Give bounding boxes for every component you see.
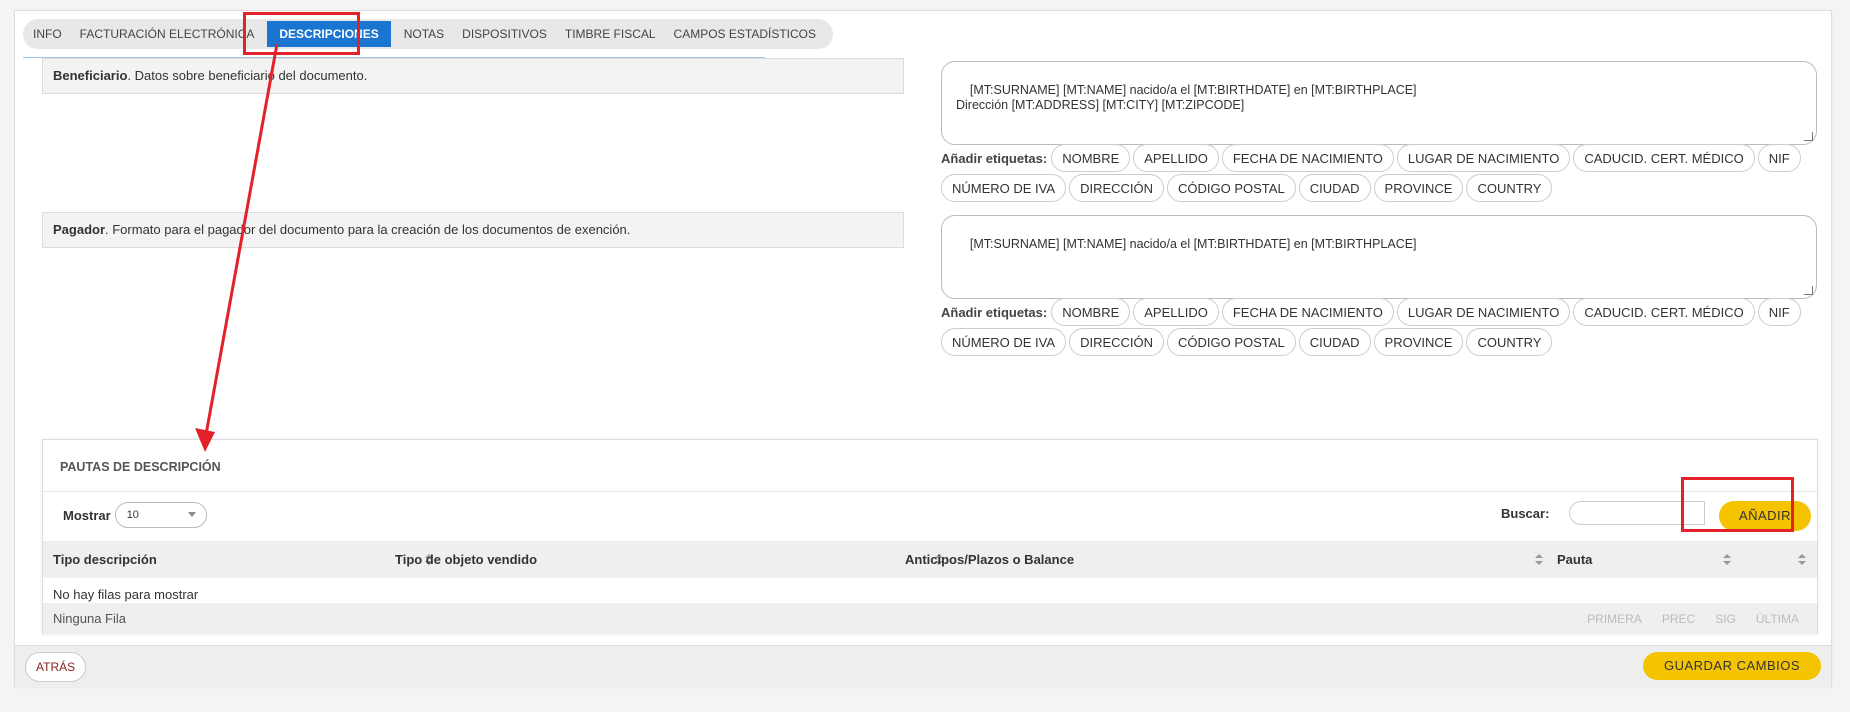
- tag-numero-iva[interactable]: NÚMERO DE IVA: [941, 328, 1067, 356]
- column-tipo-objeto[interactable]: Tipo de objeto vendido: [395, 541, 537, 578]
- table-header: Tipo descripción Tipo de objeto vendido …: [43, 541, 1817, 578]
- tab-campos-estadisticos[interactable]: CAMPOS ESTADÍSTICOS: [665, 19, 825, 49]
- panel-title: PAUTAS DE DESCRIPCIÓN: [60, 460, 221, 474]
- sort-icon[interactable]: [1723, 554, 1731, 566]
- beneficiario-desc: . Datos sobre beneficiario del documento…: [127, 68, 368, 83]
- tag-nombre[interactable]: NOMBRE: [1051, 298, 1131, 326]
- beneficiario-title: Beneficiario: [53, 68, 128, 83]
- pagination: PRIMERA PREC SIG ÚLTIMA: [1587, 612, 1799, 626]
- pager-next[interactable]: SIG: [1715, 612, 1736, 626]
- table-footer: Ninguna Fila PRIMERA PREC SIG ÚLTIMA: [43, 603, 1817, 634]
- tag-caducid-cert-medico[interactable]: CADUCID. CERT. MÉDICO: [1573, 298, 1755, 326]
- tag-fecha-nacimiento[interactable]: FECHA DE NACIMIENTO: [1221, 298, 1394, 326]
- column-anticipos[interactable]: Anticipos/Plazos o Balance: [905, 541, 1074, 578]
- beneficiario-template-text: [MT:SURNAME] [MT:NAME] nacido/a el [MT:B…: [956, 83, 1417, 112]
- resize-handle-icon[interactable]: [1804, 132, 1813, 141]
- pautas-panel: PAUTAS DE DESCRIPCIÓN Mostrar 10 Buscar:…: [42, 439, 1818, 634]
- highlight-box-tab: [243, 12, 360, 55]
- rows-info: Ninguna Fila: [53, 611, 126, 626]
- tag-numero-iva[interactable]: NÚMERO DE IVA: [941, 174, 1067, 202]
- tag-direccion[interactable]: DIRECCIÓN: [1069, 174, 1165, 202]
- column-tipo-descripcion[interactable]: Tipo descripción: [53, 541, 157, 578]
- page-size-control: Mostrar 10: [63, 502, 207, 528]
- tab-dispositivos[interactable]: DISPOSITIVOS: [453, 19, 556, 49]
- tab-facturacion-electronica[interactable]: FACTURACIÓN ELECTRÓNICA: [71, 19, 264, 49]
- empty-message: No hay filas para mostrar: [53, 587, 199, 602]
- tag-nif[interactable]: NIF: [1757, 298, 1801, 326]
- tag-apellido[interactable]: APELLIDO: [1133, 298, 1219, 326]
- footer-bar: ATRÁS GUARDAR CAMBIOS: [15, 645, 1831, 687]
- tag-codigo-postal[interactable]: CÓDIGO POSTAL: [1167, 328, 1296, 356]
- beneficiario-label: Beneficiario. Datos sobre beneficiario d…: [42, 58, 904, 94]
- divider: [43, 491, 1817, 492]
- tag-lugar-nacimiento[interactable]: LUGAR DE NACIMIENTO: [1396, 298, 1571, 326]
- back-button[interactable]: ATRÁS: [25, 652, 87, 682]
- tab-timbre-fiscal[interactable]: TIMBRE FISCAL: [556, 19, 665, 49]
- pagador-template-text: [MT:SURNAME] [MT:NAME] nacido/a el [MT:B…: [969, 237, 1417, 251]
- pager-first[interactable]: PRIMERA: [1587, 612, 1642, 626]
- tag-nif[interactable]: NIF: [1757, 144, 1801, 172]
- main-card: INFO FACTURACIÓN ELECTRÓNICA DESCRIPCION…: [14, 10, 1832, 687]
- highlight-box-add: [1681, 477, 1794, 532]
- page-size-select[interactable]: 10: [114, 502, 207, 528]
- pagador-label: Pagador. Formato para el pagador del doc…: [42, 212, 904, 248]
- column-pauta[interactable]: Pauta: [1557, 541, 1592, 578]
- tag-province[interactable]: PROVINCE: [1373, 328, 1464, 356]
- resize-handle-icon[interactable]: [1804, 286, 1813, 295]
- sort-icon[interactable]: [1798, 554, 1806, 566]
- tag-province[interactable]: PROVINCE: [1373, 174, 1464, 202]
- show-label: Mostrar: [63, 507, 111, 523]
- chevron-down-icon: [187, 512, 196, 517]
- tag-apellido[interactable]: APELLIDO: [1133, 144, 1219, 172]
- pagador-template-input[interactable]: [MT:SURNAME] [MT:NAME] nacido/a el [MT:B…: [941, 215, 1817, 299]
- tab-notas[interactable]: NOTAS: [395, 19, 453, 49]
- tag-country[interactable]: COUNTRY: [1466, 328, 1553, 356]
- tab-bar: INFO FACTURACIÓN ELECTRÓNICA DESCRIPCION…: [23, 19, 834, 49]
- tag-lugar-nacimiento[interactable]: LUGAR DE NACIMIENTO: [1396, 144, 1571, 172]
- pagador-tags: Añadir etiquetas: NOMBRE APELLIDO FECHA …: [941, 297, 1821, 357]
- pager-last[interactable]: ÚLTIMA: [1756, 612, 1799, 626]
- tag-direccion[interactable]: DIRECCIÓN: [1069, 328, 1165, 356]
- tags-label: Añadir etiquetas:: [941, 150, 1048, 166]
- sort-icon[interactable]: [1535, 554, 1543, 566]
- pager-prev[interactable]: PREC: [1662, 612, 1695, 626]
- tag-codigo-postal[interactable]: CÓDIGO POSTAL: [1167, 174, 1296, 202]
- tag-caducid-cert-medico[interactable]: CADUCID. CERT. MÉDICO: [1573, 144, 1755, 172]
- tab-info[interactable]: INFO: [23, 19, 71, 49]
- tag-nombre[interactable]: NOMBRE: [1051, 144, 1131, 172]
- pagador-desc: . Formato para el pagador del documento …: [105, 222, 631, 237]
- search-label: Buscar:: [1501, 506, 1550, 521]
- save-button[interactable]: GUARDAR CAMBIOS: [1643, 652, 1821, 680]
- tag-fecha-nacimiento[interactable]: FECHA DE NACIMIENTO: [1221, 144, 1394, 172]
- page-size-value: 10: [126, 509, 139, 521]
- tag-country[interactable]: COUNTRY: [1466, 174, 1553, 202]
- pagador-title: Pagador: [53, 222, 106, 237]
- tag-ciudad[interactable]: CIUDAD: [1298, 174, 1371, 202]
- beneficiario-tags: Añadir etiquetas: NOMBRE APELLIDO FECHA …: [941, 143, 1821, 203]
- tags-label: Añadir etiquetas:: [941, 304, 1048, 320]
- beneficiario-template-input[interactable]: [MT:SURNAME] [MT:NAME] nacido/a el [MT:B…: [941, 61, 1817, 145]
- tag-ciudad[interactable]: CIUDAD: [1298, 328, 1371, 356]
